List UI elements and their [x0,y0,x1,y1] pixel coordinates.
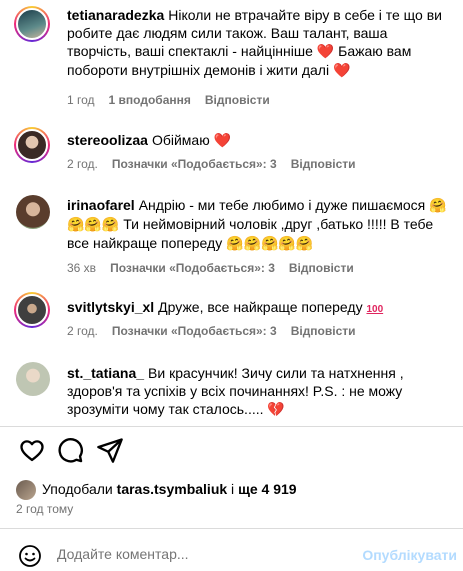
comment-likes[interactable]: Позначки «Подобається»: 3 [110,261,275,275]
comment-meta: 2 год. Позначки «Подобається»: 3 Відповіст… [67,323,370,339]
divider [0,426,463,427]
reply-button[interactable]: Відповісти [289,261,354,275]
avatar[interactable] [16,195,50,229]
comment-username[interactable]: svitlytskyi_xl [67,299,154,315]
likes-count[interactable]: ще 4 919 [238,481,297,497]
heart-icon[interactable] [18,436,46,464]
comment-text: svitlytskyi_xl Друже, все найкраще попере… [67,298,451,319]
comment-body: Андрію - ми тебе любимо і дуже пишаємося [138,197,426,213]
heart-emoji-icon: ❤️ [316,44,335,60]
comment-username[interactable]: st._tatiana_ [67,365,144,381]
comment-meta: 36 хв Позначки «Подобається»: 3 Відповісти [67,260,368,276]
likes-middle: і [231,481,235,497]
likes-summary: Уподобали taras.tsymbaliuk і ще 4 919 [16,477,297,501]
comment-text: stereoolizaa Обіймаю ❤️ [67,131,451,150]
heart-emoji-icon: ❤️ [213,133,232,149]
likes-user[interactable]: taras.tsymbaliuk [117,481,228,497]
reply-button[interactable]: Відповісти [291,157,356,171]
hug-emoji-icon: 🤗 [429,198,447,214]
avatar[interactable] [16,362,50,396]
emoji-icon[interactable] [18,544,42,568]
divider [0,528,463,529]
post-actions [0,430,463,470]
comment-icon[interactable] [56,436,84,464]
comment-text: irinaofarel Андрію - ми тебе любимо і дуж… [67,196,451,253]
avatar[interactable] [14,127,50,163]
heart-emoji-icon: ❤️ [332,63,351,79]
comment-username[interactable]: tetianaradezka [67,7,164,23]
comment-time[interactable]: 2 год. [67,324,98,338]
comment-text: tetianaradezka Ніколи не втрачайте віру в… [67,6,451,80]
comment-text: st._tatiana_ Ви красунчик! Зичу сили та н… [67,364,451,419]
comment-meta: 1 год 1 вподобання Відповісти [67,92,284,108]
likes-prefix: Уподобали [42,481,113,497]
broken-heart-emoji-icon: 💔 [267,402,285,418]
comment-time[interactable]: 36 хв [67,261,96,275]
reply-button[interactable]: Відповісти [205,93,270,107]
hug-emoji-icon: 🤗🤗🤗 [67,217,120,233]
post-time[interactable]: 2 год тому [16,502,73,516]
comment-likes[interactable]: Позначки «Подобається»: 3 [112,324,277,338]
avatar[interactable] [14,292,50,328]
comment-likes[interactable]: 1 вподобання [109,93,191,107]
comment-time[interactable]: 1 год [67,93,95,107]
comment-body: Обіймаю [151,132,210,148]
hundred-emoji-icon: 100 [366,304,384,315]
hug-emoji-icon: 🤗🤗🤗🤗🤗 [226,236,314,252]
comment-meta: 2 год. Позначки «Подобається»: 3 Відповіст… [67,156,370,172]
comment-likes[interactable]: Позначки «Подобається»: 3 [112,157,277,171]
add-comment-row: Опублікувати [0,540,463,571]
reply-button[interactable]: Відповісти [291,324,356,338]
comment-body: Друже, все найкраще попереду [158,299,363,315]
comment-username[interactable]: irinaofarel [67,197,135,213]
comment-input[interactable] [57,546,377,562]
comment-username[interactable]: stereoolizaa [67,132,148,148]
avatar[interactable] [16,480,36,501]
avatar[interactable] [14,6,50,42]
post-button[interactable]: Опублікувати [362,547,457,563]
comment-time[interactable]: 2 год. [67,157,98,171]
share-icon[interactable] [96,436,124,464]
